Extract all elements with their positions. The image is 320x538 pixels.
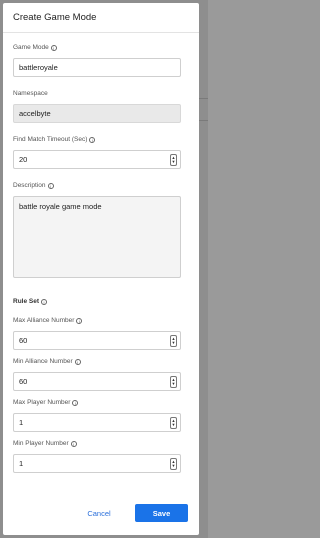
stepper-icon[interactable]: ▲ ▼ [170, 376, 177, 388]
info-icon[interactable]: i [50, 44, 57, 51]
description-label: Description i [13, 181, 189, 190]
rule-set-heading: Rule Set i [13, 297, 189, 306]
save-button[interactable]: Save [135, 504, 188, 522]
game-mode-label: Game Mode i [13, 43, 189, 52]
game-mode-input[interactable]: battleroyale [13, 58, 181, 77]
modal-header: Create Game Mode [3, 3, 199, 33]
cancel-button[interactable]: Cancel [78, 505, 120, 521]
min-player-label: Min Player Number i [13, 439, 189, 448]
max-alliance-input[interactable]: 60 ▲ ▼ [13, 331, 181, 350]
info-icon[interactable]: i [74, 358, 81, 365]
find-match-timeout-label: Find Match Timeout (Sec) i [13, 135, 189, 144]
stepper-icon[interactable]: ▲ ▼ [170, 458, 177, 470]
namespace-input: accelbyte [13, 104, 181, 123]
stepper-icon[interactable]: ▲ ▼ [170, 154, 177, 166]
info-icon[interactable]: i [41, 298, 48, 305]
info-icon[interactable]: i [70, 440, 77, 447]
info-icon[interactable]: i [72, 399, 79, 406]
modal-title: Create Game Mode [13, 12, 97, 23]
min-alliance-input[interactable]: 60 ▲ ▼ [13, 372, 181, 391]
max-player-input[interactable]: 1 ▲ ▼ [13, 413, 181, 432]
info-icon[interactable]: i [47, 182, 54, 189]
min-alliance-label: Min Alliance Number i [13, 357, 189, 366]
modal-body: Game Mode i battleroyale Namespace accel… [3, 43, 199, 473]
info-icon[interactable]: i [76, 317, 83, 324]
description-textarea[interactable]: battle royale game mode [13, 196, 181, 278]
max-player-label: Max Player Number i [13, 398, 189, 407]
max-alliance-label: Max Alliance Number i [13, 316, 189, 325]
find-match-timeout-input[interactable]: 20 ▲ ▼ [13, 150, 181, 169]
create-game-mode-modal: Create Game Mode Game Mode i battleroyal… [3, 3, 199, 535]
stepper-icon[interactable]: ▲ ▼ [170, 335, 177, 347]
info-icon[interactable]: i [89, 136, 96, 143]
namespace-label: Namespace [13, 90, 48, 97]
min-player-input[interactable]: 1 ▲ ▼ [13, 454, 181, 473]
stepper-icon[interactable]: ▲ ▼ [170, 417, 177, 429]
modal-footer: Cancel Save [3, 503, 199, 523]
